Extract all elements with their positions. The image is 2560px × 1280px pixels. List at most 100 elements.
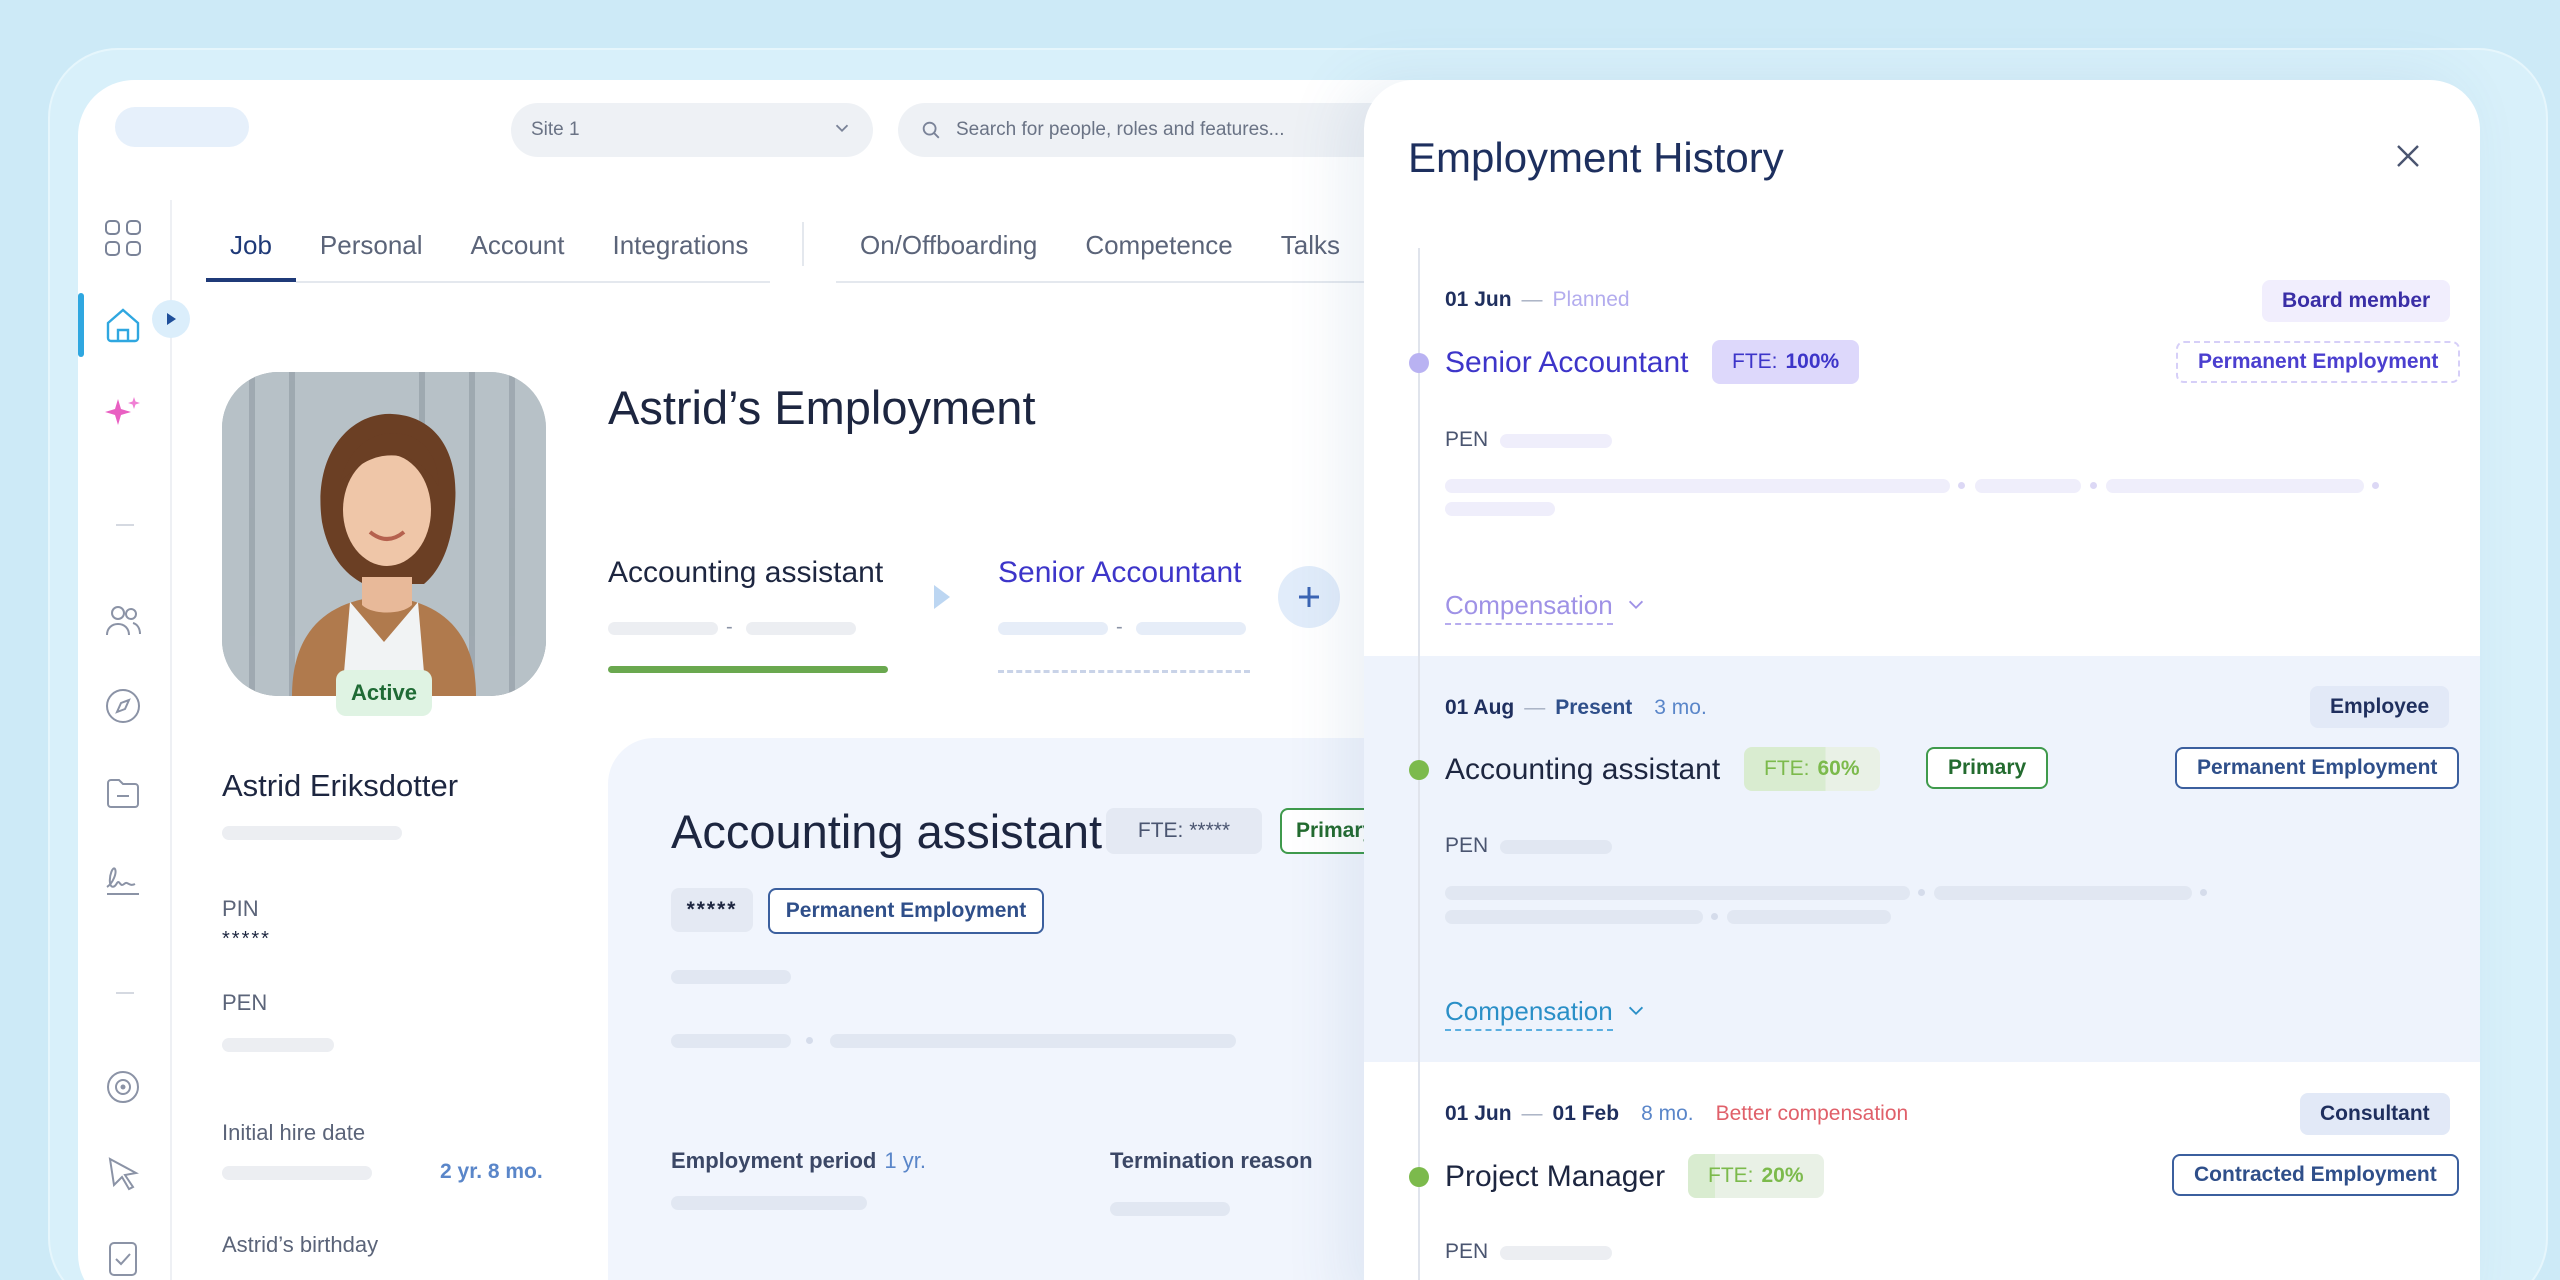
tab-separator [802, 222, 804, 266]
profile-tabs-secondary: On/Offboarding Competence Talks [836, 210, 1364, 282]
entry-fte-chip: FTE: 100% [1712, 340, 1860, 384]
entry-fte-chip: FTE: 20% [1688, 1154, 1824, 1198]
entry-reason: Better compensation [1715, 1102, 1909, 1125]
primary-chip: Primary [1280, 808, 1374, 854]
tab-personal[interactable]: Personal [296, 210, 447, 282]
entry-pen-placeholder [1500, 434, 1612, 448]
entry-date-row: 01 Aug — Present 3 mo. [1445, 696, 1707, 720]
site-select[interactable]: Site 1 [511, 103, 873, 157]
entry-detail-placeholder [1727, 910, 1891, 924]
tab-job[interactable]: Job [206, 210, 296, 282]
name-subtitle-placeholder [222, 826, 402, 840]
job-card-title: Accounting assistant [671, 805, 1103, 858]
entry-role[interactable]: Accounting assistant [1445, 753, 1720, 787]
employee-id-chip: ***** [671, 888, 753, 932]
entry-date-sep: — [1521, 1102, 1543, 1125]
separator-dot [1958, 482, 1965, 489]
entry-detail-placeholder [1445, 886, 1910, 900]
target-icon[interactable] [102, 1066, 144, 1108]
signature-icon[interactable] [102, 859, 144, 901]
avatar [222, 372, 546, 696]
entry-date-start: 01 Jun [1445, 1102, 1512, 1125]
entry-employment-type: Permanent Employment [2175, 747, 2460, 789]
entry-role-badge: Board member [2262, 280, 2451, 322]
logo-placeholder [115, 107, 249, 147]
range-separator: - [726, 616, 733, 638]
rail-active-indicator [78, 293, 84, 357]
employment-type-chip: Permanent Employment [768, 888, 1044, 934]
role-current-progress [608, 666, 888, 673]
entry-pen-label: PEN [1445, 834, 1489, 857]
entry-detail-placeholder [2106, 479, 2364, 493]
tab-competence[interactable]: Competence [1061, 210, 1256, 282]
chevron-down-icon [835, 124, 849, 133]
close-icon[interactable] [2388, 136, 2428, 176]
home-icon[interactable] [102, 304, 144, 346]
pointer-icon[interactable] [102, 1153, 144, 1195]
entry-detail-placeholder [1445, 910, 1703, 924]
fte-label: FTE: [1708, 1164, 1754, 1187]
add-employment-button[interactable] [1278, 566, 1340, 628]
hire-date-placeholder [222, 1166, 372, 1180]
entry-date-row: 01 Jun — 01 Feb 8 mo. Better compensatio… [1445, 1102, 1908, 1126]
entry-role[interactable]: Project Manager [1445, 1160, 1665, 1194]
termination-placeholder [1110, 1202, 1230, 1216]
termination-reason-label: Termination reason [1110, 1148, 1313, 1173]
fte-label: FTE: [1732, 350, 1778, 373]
entry-employment-type: Permanent Employment [2176, 341, 2461, 383]
entry-role-badge: Consultant [2300, 1093, 2450, 1135]
apps-grid-icon[interactable] [102, 217, 144, 259]
left-rail [78, 200, 172, 1280]
play-icon [167, 313, 176, 325]
job-detail-placeholder [671, 970, 791, 984]
timeline-dot [1409, 760, 1429, 780]
tab-integrations[interactable]: Integrations [589, 210, 773, 282]
folder-icon[interactable] [102, 772, 144, 814]
role-current[interactable]: Accounting assistant [608, 556, 883, 590]
separator-dot [2200, 889, 2207, 896]
rail-divider [116, 524, 134, 526]
entry-date-sep: — [1521, 288, 1543, 311]
compensation-toggle[interactable]: Compensation [1445, 590, 1613, 625]
pin-value: ***** [222, 928, 271, 950]
search-icon [922, 121, 940, 139]
pen-value-placeholder [222, 1038, 334, 1052]
role-date-placeholder [608, 622, 718, 635]
compass-icon[interactable] [102, 685, 144, 727]
separator-dot [2090, 482, 2097, 489]
entry-date-end: Present [1555, 696, 1633, 719]
hire-date-label: Initial hire date [222, 1120, 366, 1145]
tab-onoffboarding[interactable]: On/Offboarding [836, 210, 1061, 282]
hire-duration: 2 yr. 8 mo. [440, 1160, 543, 1183]
entry-duration: 3 mo. [1654, 696, 1707, 719]
sparkle-icon[interactable] [102, 392, 144, 434]
rail-expand-button[interactable] [152, 300, 190, 338]
birthday-label: Astrid’s birthday [222, 1232, 379, 1257]
employment-period-value: 1 yr. [884, 1148, 926, 1173]
chevron-down-icon[interactable] [1625, 594, 1647, 616]
entry-status: Planned [1552, 288, 1630, 311]
entry-date-row: 01 Jun — Planned [1445, 288, 1630, 312]
tab-talks[interactable]: Talks [1257, 210, 1364, 282]
entry-detail-placeholder [1975, 479, 2081, 493]
role-next[interactable]: Senior Accountant [998, 556, 1242, 590]
role-date-placeholder [1136, 622, 1246, 635]
entry-role[interactable]: Senior Accountant [1445, 346, 1689, 380]
entry-date-start: 01 Aug [1445, 696, 1515, 719]
chevron-down-icon[interactable] [1625, 1000, 1647, 1022]
profile-tabs: Job Personal Account Integrations [206, 210, 772, 282]
range-separator: - [1116, 616, 1123, 638]
timeline-dot [1409, 1167, 1429, 1187]
compensation-toggle[interactable]: Compensation [1445, 996, 1613, 1031]
pin-label: PIN [222, 896, 259, 921]
separator-dot [2372, 482, 2379, 489]
tab-underline [296, 281, 770, 283]
employment-title: Astrid’s Employment [608, 381, 1036, 434]
plus-icon [1299, 587, 1319, 607]
checklist-icon[interactable] [102, 1240, 144, 1276]
tab-account[interactable]: Account [447, 210, 589, 282]
fte-value: 60% [1817, 757, 1860, 780]
entry-detail-placeholder [1445, 479, 1950, 493]
job-detail-placeholder [830, 1034, 1236, 1048]
users-icon[interactable] [102, 599, 144, 641]
